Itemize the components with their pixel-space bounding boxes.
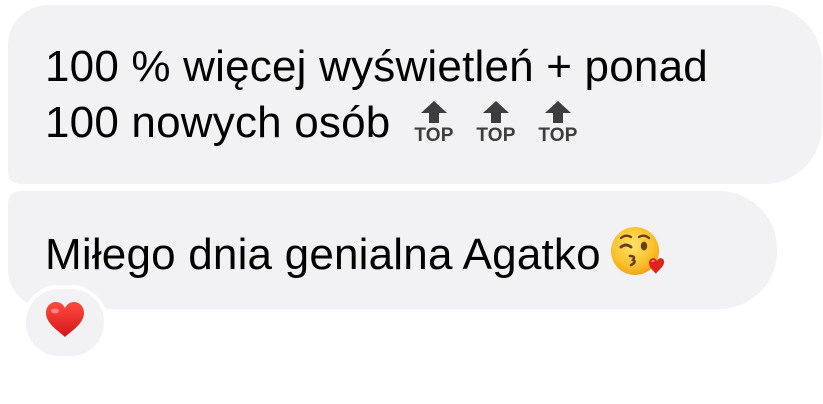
top-arrow-icon: TOP bbox=[534, 99, 582, 157]
message-text-line-2: 100 nowych osób TOP TOP TOP bbox=[45, 95, 822, 157]
top-label: TOP bbox=[477, 125, 516, 143]
top-arrow-icon: TOP bbox=[472, 99, 520, 157]
reaction-badge[interactable] bbox=[22, 285, 108, 360]
red-heart-icon bbox=[44, 301, 86, 344]
message-text: Miłego dnia genialna Agatko bbox=[45, 223, 777, 293]
message-text-line-2-content: 100 nowych osób bbox=[45, 98, 391, 147]
face-blowing-kiss-icon bbox=[609, 223, 665, 293]
top-label: TOP bbox=[415, 125, 454, 143]
message-text-content: Miłego dnia genialna Agatko bbox=[45, 230, 601, 279]
message-text-line-1: 100 % więcej wyświetleń + ponad bbox=[45, 42, 708, 91]
message-bubble-1[interactable]: 100 % więcej wyświetleń + ponad 100 nowy… bbox=[8, 5, 822, 184]
message-bubble-2[interactable]: Miłego dnia genialna Agatko bbox=[8, 191, 777, 309]
top-label: TOP bbox=[539, 125, 578, 143]
top-arrow-icon: TOP bbox=[410, 99, 458, 157]
